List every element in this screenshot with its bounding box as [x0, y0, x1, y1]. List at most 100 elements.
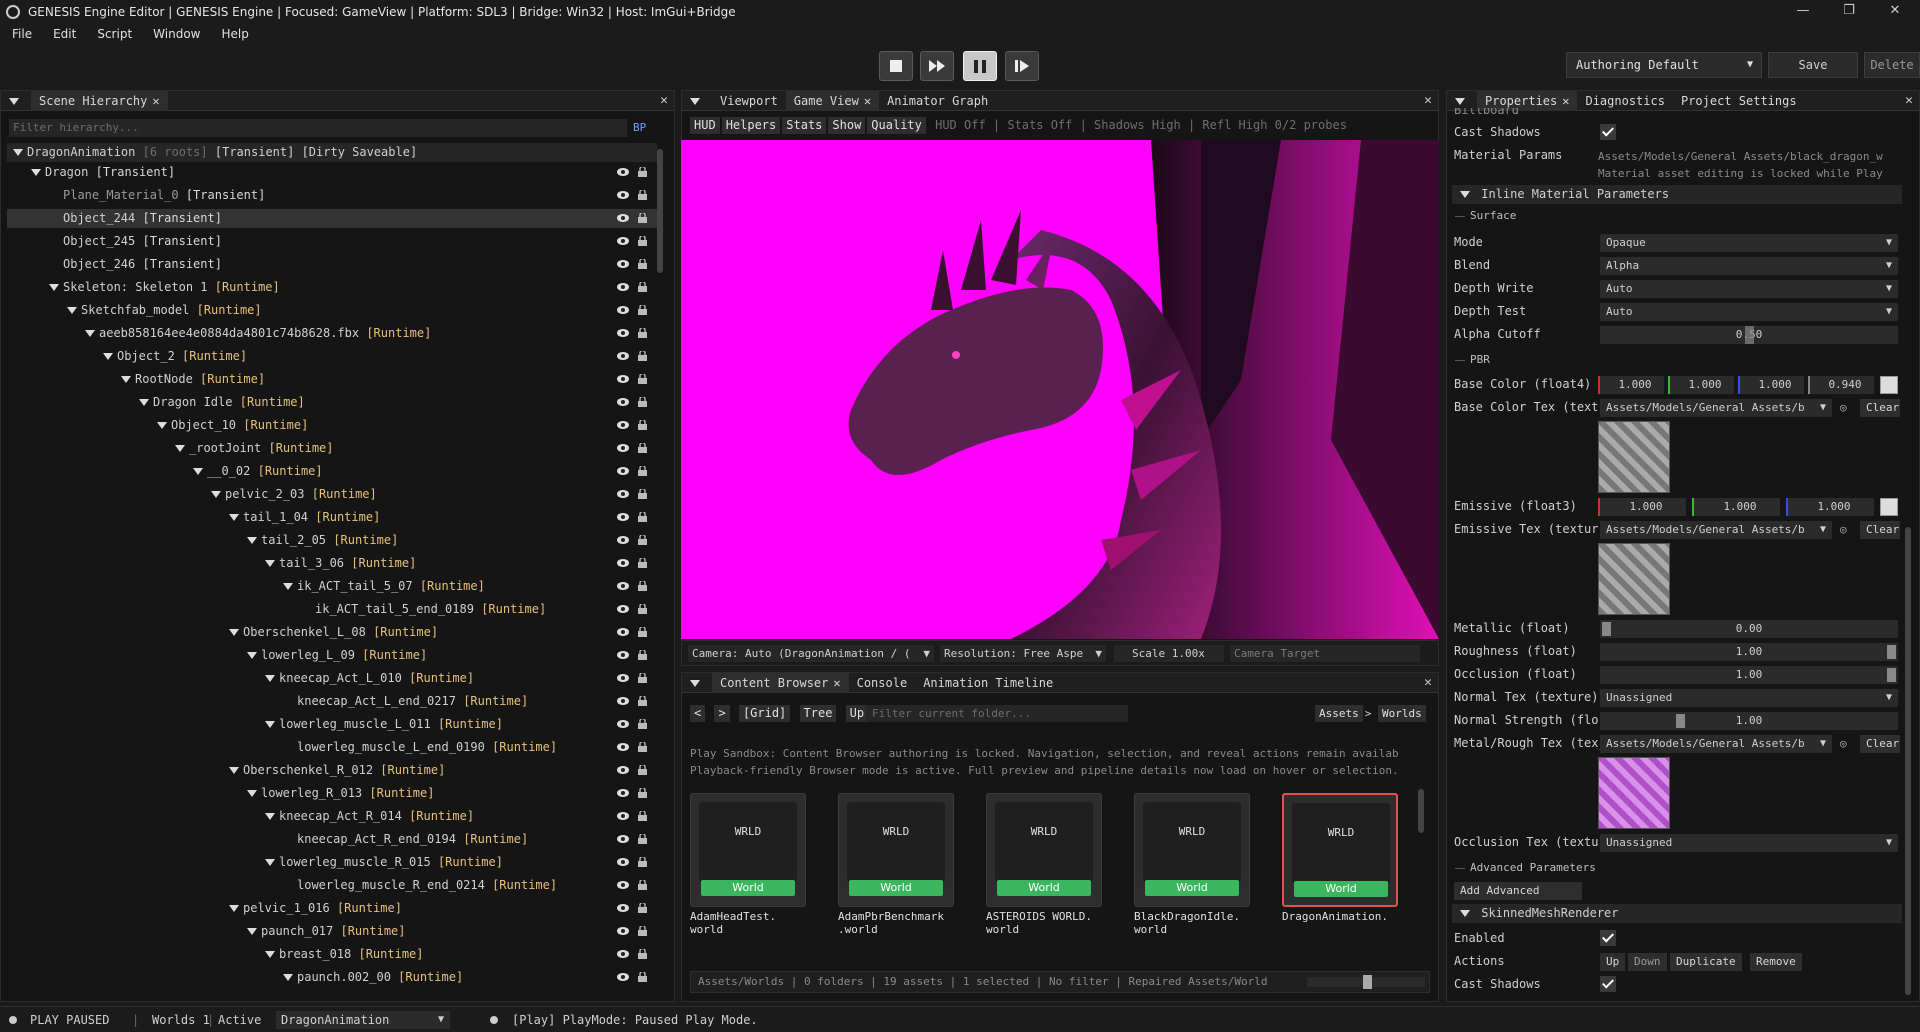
visibility-eye-icon[interactable] [617, 948, 629, 960]
locate-icon[interactable]: ◎ [1840, 735, 1847, 753]
slider-handle[interactable] [1887, 668, 1896, 682]
expand-arrow-icon[interactable] [157, 422, 167, 429]
cast-shadows-checkbox[interactable] [1600, 124, 1616, 140]
lock-icon[interactable] [638, 834, 647, 844]
visibility-eye-icon[interactable] [617, 879, 629, 891]
normal-strength-slider[interactable]: 1.00 [1600, 712, 1898, 730]
collapse-icon[interactable] [682, 673, 712, 693]
hierarchy-root-row[interactable]: DragonAnimation [6 roots] [Transient] [D… [7, 143, 657, 162]
visibility-eye-icon[interactable] [617, 488, 629, 500]
forward-button[interactable]: > [714, 705, 730, 722]
visibility-eye-icon[interactable] [617, 626, 629, 638]
visibility-eye-icon[interactable] [617, 419, 629, 431]
occlusion-tex-select[interactable]: Unassigned ▼ [1600, 834, 1898, 852]
lock-icon[interactable] [638, 857, 647, 867]
grid-view-button[interactable]: [Grid] [738, 705, 791, 722]
scale-slider[interactable]: Scale 1.00x [1114, 645, 1224, 662]
slider-handle[interactable] [1676, 714, 1685, 728]
breadcrumb-worlds[interactable]: Worlds [1378, 705, 1426, 722]
hierarchy-row[interactable]: aeeb858164ee4e0884da4801c74b8628.fbx [Ru… [7, 324, 657, 343]
maximize-button[interactable]: ❐ [1826, 0, 1872, 24]
hierarchy-row[interactable]: tail_1_04 [Runtime] [7, 508, 657, 527]
expand-arrow-icon[interactable] [265, 721, 275, 728]
expand-arrow-icon[interactable] [265, 951, 275, 958]
tab-animation-timeline[interactable]: Animation Timeline [915, 673, 1061, 693]
hierarchy-row[interactable]: Object_2 [Runtime] [7, 347, 657, 366]
asset-tile[interactable]: WRLD World BlackDragonIdle. world [1134, 793, 1250, 936]
slider-handle[interactable] [1363, 975, 1372, 989]
visibility-eye-icon[interactable] [617, 649, 629, 661]
close-tab-icon[interactable]: ✕ [864, 94, 871, 108]
lock-icon[interactable] [638, 512, 647, 522]
close-panel-icon[interactable]: ✕ [1424, 675, 1432, 690]
hierarchy-row[interactable]: tail_2_05 [Runtime] [7, 531, 657, 550]
visibility-eye-icon[interactable] [617, 304, 629, 316]
duplicate-button[interactable]: Duplicate [1670, 953, 1742, 971]
visibility-eye-icon[interactable] [617, 787, 629, 799]
emissive-r[interactable]: 1.000 [1598, 498, 1686, 516]
lock-icon[interactable] [638, 259, 647, 269]
hierarchy-row[interactable]: pelvic_1_016 [Runtime] [7, 899, 657, 918]
visibility-eye-icon[interactable] [617, 281, 629, 293]
hierarchy-row[interactable]: kneecap_Act_R_014 [Runtime] [7, 807, 657, 826]
expand-arrow-icon[interactable] [229, 905, 239, 912]
tab-viewport[interactable]: Viewport [712, 91, 786, 111]
asset-tile[interactable]: WRLD World AdamHeadTest. world [690, 793, 806, 936]
slider-handle[interactable] [1602, 622, 1611, 636]
menu-script[interactable]: Script [85, 27, 141, 41]
active-world-select[interactable]: DragonAnimation ▼ [276, 1011, 450, 1029]
hierarchy-row[interactable]: Sketchfab_model [Runtime] [7, 301, 657, 320]
hierarchy-row[interactable]: paunch.002_00 [Runtime] [7, 968, 657, 987]
authoring-profile-select[interactable]: Authoring Default ▼ [1566, 52, 1762, 78]
slider-handle[interactable] [1745, 326, 1754, 344]
visibility-eye-icon[interactable] [617, 810, 629, 822]
properties-scrollbar[interactable] [1905, 527, 1911, 995]
stop-button[interactable] [879, 51, 913, 81]
metal-rough-tex-select[interactable]: Assets/Models/General Assets/b ▼ [1600, 735, 1832, 753]
visibility-eye-icon[interactable] [617, 603, 629, 615]
close-panel-icon[interactable]: ✕ [660, 93, 668, 108]
lock-icon[interactable] [638, 213, 647, 223]
move-up-button[interactable]: Up [1600, 953, 1626, 971]
asset-tile[interactable]: WRLD World DragonAnimation. [1282, 793, 1398, 923]
emissive-tex-clear-button[interactable]: Clear [1860, 521, 1900, 539]
hierarchy-row[interactable]: RootNode [Runtime] [7, 370, 657, 389]
visibility-eye-icon[interactable] [617, 511, 629, 523]
lock-icon[interactable] [638, 535, 647, 545]
hierarchy-row[interactable]: _rootJoint [Runtime] [7, 439, 657, 458]
add-advanced-parameter-button[interactable]: Add Advanced Parameter [1454, 882, 1582, 915]
expand-arrow-icon[interactable] [121, 376, 131, 383]
hierarchy-row[interactable]: Oberschenkel_R_012 [Runtime] [7, 761, 657, 780]
inline-material-header[interactable]: Inline Material Parameters [1452, 185, 1902, 204]
visibility-eye-icon[interactable] [617, 235, 629, 247]
lock-icon[interactable] [638, 926, 647, 936]
base-color-r[interactable]: 1.000 [1598, 376, 1664, 394]
lock-icon[interactable] [638, 489, 647, 499]
resolution-select[interactable]: Resolution: Free Aspe ▼ [940, 645, 1106, 662]
visibility-eye-icon[interactable] [617, 718, 629, 730]
metallic-slider[interactable]: 0.00 [1600, 620, 1898, 638]
lock-icon[interactable] [638, 972, 647, 982]
hud-chip[interactable]: HUD [690, 117, 720, 134]
menu-file[interactable]: File [0, 27, 41, 41]
emissive-tex-select[interactable]: Assets/Models/General Assets/b ▼ [1600, 521, 1832, 539]
collapse-icon[interactable] [682, 91, 712, 111]
lock-icon[interactable] [638, 673, 647, 683]
hierarchy-row[interactable]: Object_246 [Transient] [7, 255, 657, 274]
lock-icon[interactable] [638, 466, 647, 476]
visibility-eye-icon[interactable] [617, 212, 629, 224]
base-color-tex-clear-button[interactable]: Clear [1860, 399, 1900, 417]
cast-shadows-checkbox-2[interactable] [1600, 976, 1616, 992]
base-color-b[interactable]: 1.000 [1738, 376, 1804, 394]
expand-arrow-icon[interactable] [247, 790, 257, 797]
camera-target-field[interactable]: Camera Target [1230, 645, 1420, 662]
step-frame-button[interactable] [1005, 51, 1039, 81]
hierarchy-row[interactable]: lowerleg_muscle_L_011 [Runtime] [7, 715, 657, 734]
expand-arrow-icon[interactable] [283, 583, 293, 590]
expand-arrow-icon[interactable] [265, 859, 275, 866]
lock-icon[interactable] [638, 443, 647, 453]
hierarchy-row[interactable]: lowerleg_muscle_R_015 [Runtime] [7, 853, 657, 872]
visibility-eye-icon[interactable] [617, 350, 629, 362]
expand-arrow-icon[interactable] [283, 974, 293, 981]
lock-icon[interactable] [638, 696, 647, 706]
